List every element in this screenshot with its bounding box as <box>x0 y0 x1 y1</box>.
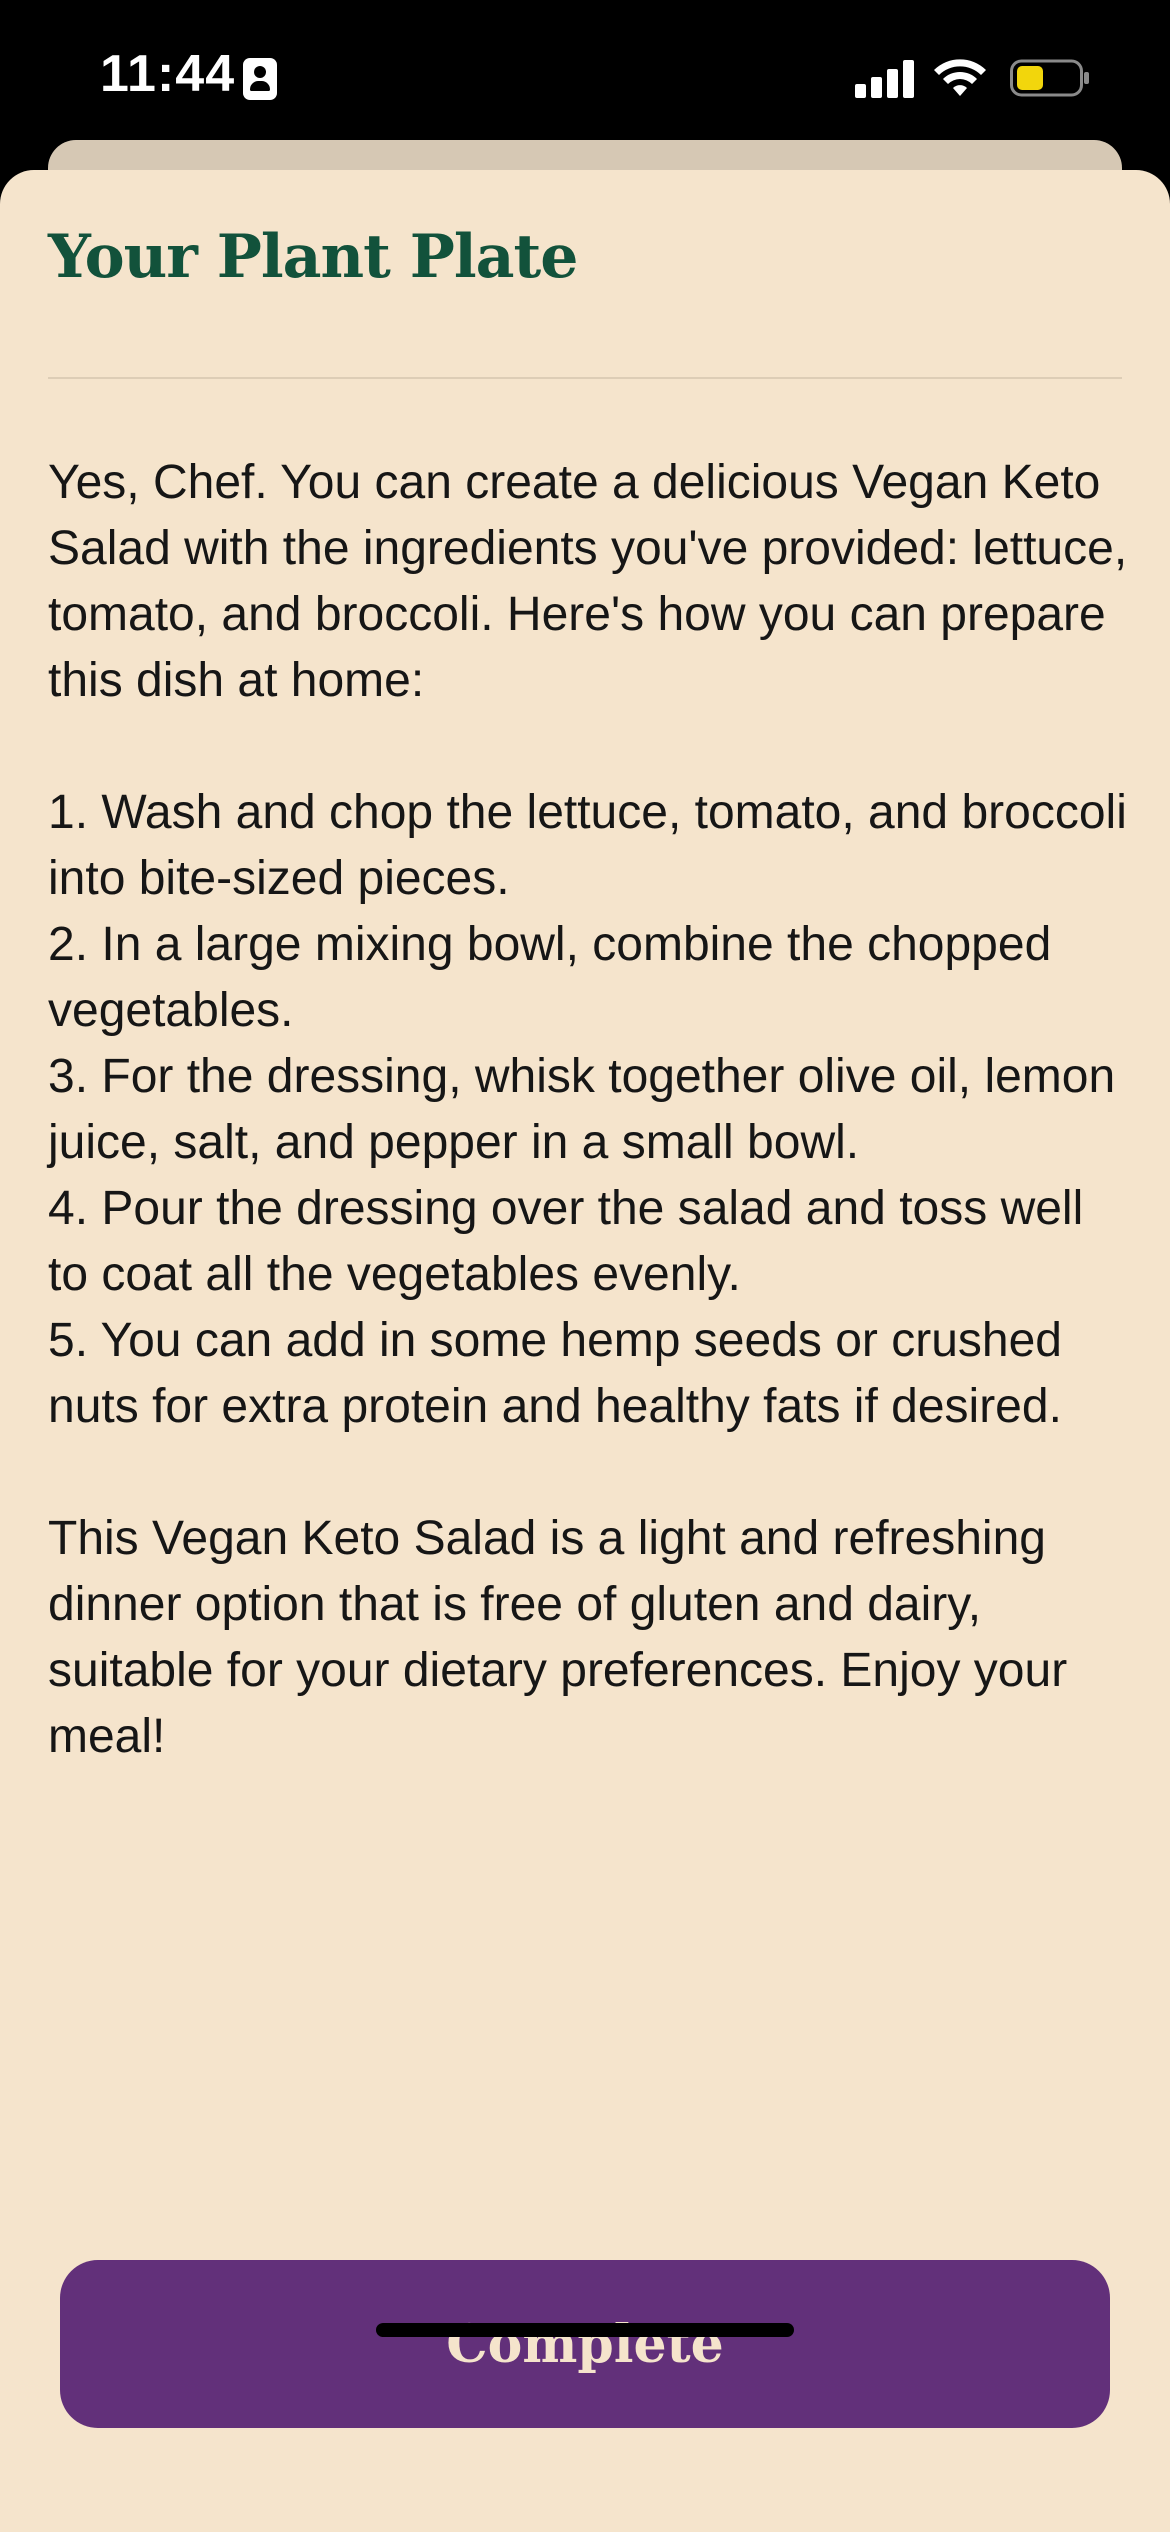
step-item: 5. You can add in some hemp seeds or cru… <box>48 1314 1062 1433</box>
step-item: 1. Wash and chop the lettuce, tomato, an… <box>48 786 1127 905</box>
cellular-signal-icon <box>855 58 915 98</box>
complete-button[interactable]: Complete <box>60 2260 1110 2428</box>
closing-paragraph: This Vegan Keto Salad is a light and ref… <box>48 1512 1068 1763</box>
status-bar: 11:44 <box>0 0 1170 150</box>
sheet-title: Your Plant Plate <box>48 222 578 292</box>
contact-card-icon <box>243 58 277 100</box>
status-time: 11:44 <box>100 45 236 103</box>
recipe-sheet: Your Plant Plate Yes, Chef. You can crea… <box>0 170 1170 2532</box>
step-item: 4. Pour the dressing over the salad and … <box>48 1182 1084 1301</box>
app-screen: 11:44 Your Plant Plate Yes, Chef. You ca… <box>0 0 1170 2532</box>
recipe-response: Yes, Chef. You can create a delicious Ve… <box>48 450 1128 1770</box>
step-item: 2. In a large mixing bowl, combine the c… <box>48 918 1052 1037</box>
step-item: 3. For the dressing, whisk together oliv… <box>48 1050 1116 1169</box>
intro-paragraph: Yes, Chef. You can create a delicious Ve… <box>48 456 1128 707</box>
divider <box>48 377 1122 379</box>
battery-icon <box>1010 59 1089 97</box>
home-indicator[interactable] <box>376 2323 794 2337</box>
wifi-icon <box>934 59 986 96</box>
